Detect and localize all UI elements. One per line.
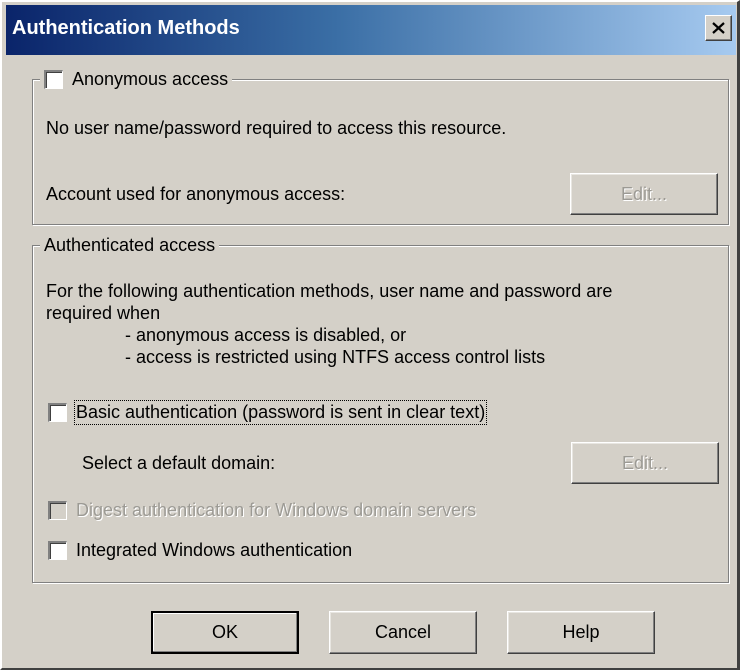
authentication-methods-dialog: Authentication Methods Anonymous access … (0, 0, 740, 670)
anonymous-edit-button[interactable]: Edit... (570, 173, 718, 215)
basic-auth-checkbox[interactable] (48, 403, 67, 422)
anonymous-access-checkbox-row[interactable]: Anonymous access (40, 68, 233, 90)
window-title: Authentication Methods (12, 17, 240, 39)
authenticated-bullet-1: - anonymous access is disabled, or (125, 325, 407, 345)
close-button[interactable] (705, 15, 732, 41)
authenticated-bullet-2: - access is restricted using NTFS access… (125, 347, 546, 367)
anonymous-account-label: Account used for anonymous access: (46, 184, 346, 204)
title-bar[interactable]: Authentication Methods (6, 5, 736, 55)
default-domain-label: Select a default domain: (82, 453, 276, 473)
digest-auth-row[interactable]: Digest authentication for Windows domain… (48, 500, 476, 521)
help-button-label: Help (562, 622, 600, 642)
anonymous-access-checkbox[interactable] (44, 69, 63, 89)
integrated-auth-label[interactable]: Integrated Windows authentication (76, 540, 352, 561)
basic-auth-row[interactable]: Basic authentication (password is sent i… (48, 400, 488, 425)
cancel-button[interactable]: Cancel (329, 611, 477, 654)
domain-edit-button[interactable]: Edit... (571, 442, 719, 484)
help-button[interactable]: Help (507, 611, 655, 654)
cancel-button-label: Cancel (374, 622, 432, 642)
ok-button-label: OK (211, 622, 238, 642)
anonymous-description: No user name/password required to access… (46, 118, 507, 138)
integrated-auth-row[interactable]: Integrated Windows authentication (48, 540, 352, 561)
digest-auth-label[interactable]: Digest authentication for Windows domain… (76, 500, 476, 521)
authenticated-description-line1: For the following authentication methods… (46, 281, 613, 301)
domain-edit-button-label: Edit... (621, 453, 669, 473)
digest-auth-checkbox[interactable] (48, 501, 67, 520)
authenticated-access-legend: Authenticated access (40, 234, 220, 256)
ok-button[interactable]: OK (151, 611, 299, 654)
basic-auth-label[interactable]: Basic authentication (password is sent i… (73, 400, 488, 425)
integrated-auth-checkbox[interactable] (48, 541, 67, 560)
authenticated-description-line2: required when (46, 303, 161, 323)
anonymous-edit-button-label: Edit... (620, 184, 668, 204)
close-icon (712, 22, 725, 34)
anonymous-access-label[interactable]: Anonymous access (72, 68, 228, 90)
